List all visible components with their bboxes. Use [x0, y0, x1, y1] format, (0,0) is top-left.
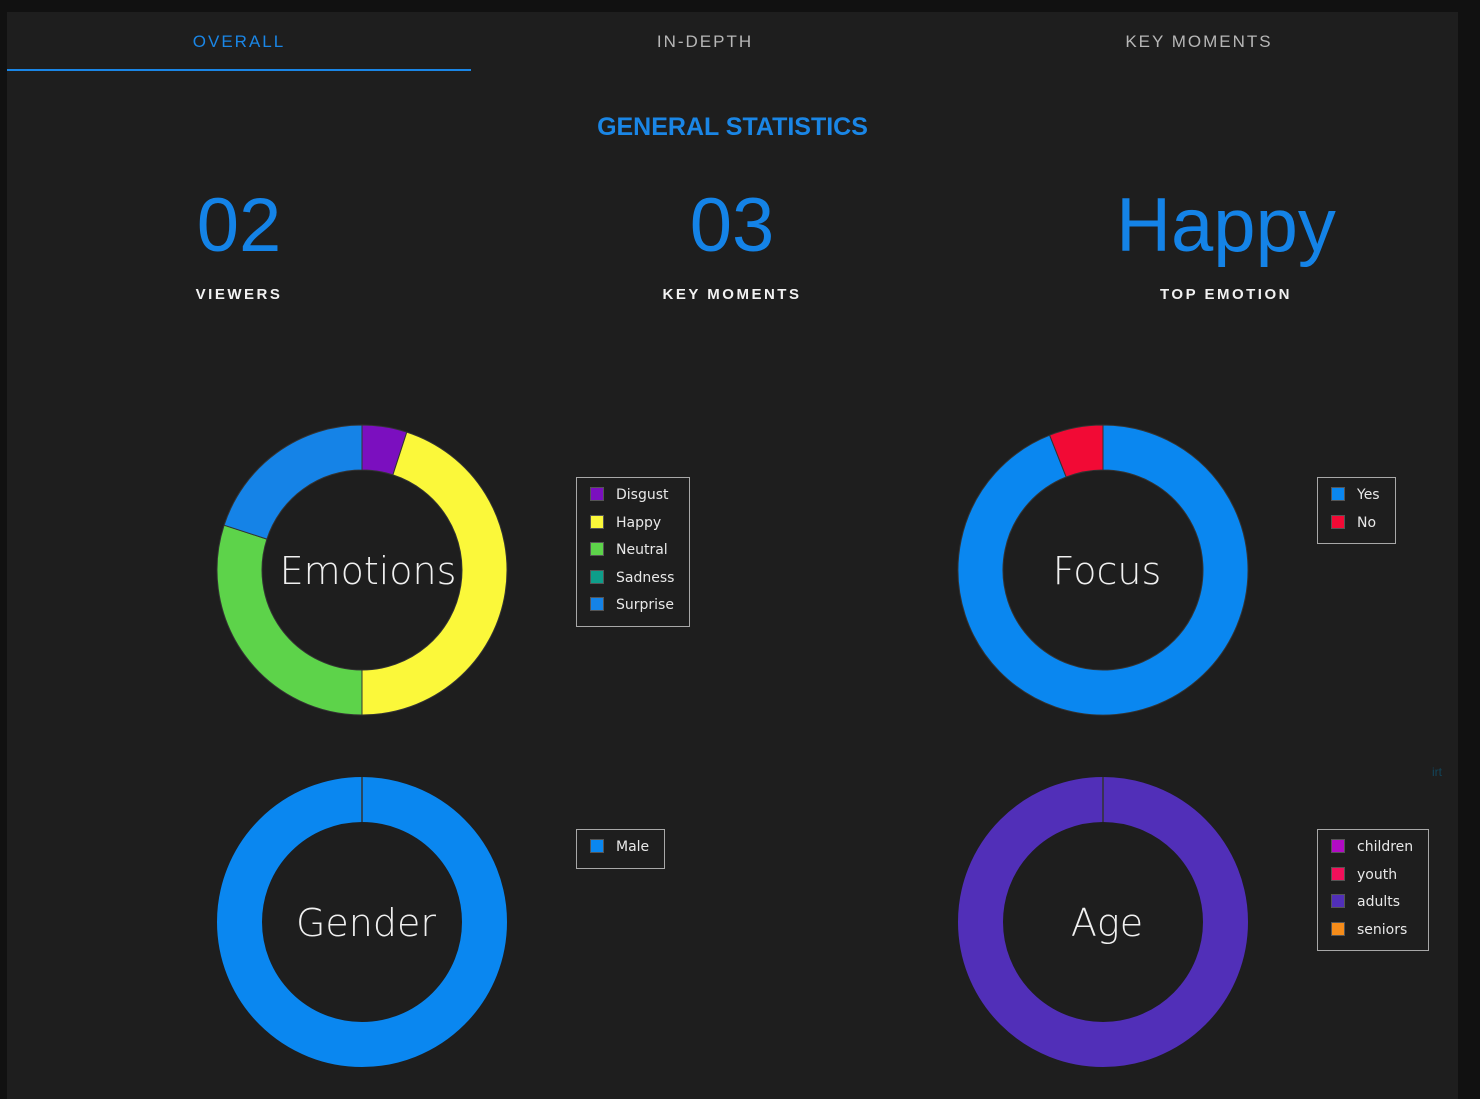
legend-swatch-yes: [1331, 487, 1345, 501]
legend-label-youth: youth: [1357, 866, 1398, 883]
legend-label-happy: Happy: [616, 514, 662, 531]
legend-item-sadness[interactable]: Sadness: [590, 567, 674, 595]
legend-item-surprise[interactable]: Surprise: [590, 594, 674, 622]
gender-legend: Male: [576, 829, 666, 869]
legend-swatch-adults: [1331, 894, 1345, 908]
donut-charts: Emotions Focus Gender Age: [216, 424, 1249, 1067]
legend-item-adults[interactable]: adults: [1331, 891, 1413, 919]
legend-item-male[interactable]: Male: [590, 836, 649, 864]
focus-legend: Yes No: [1317, 477, 1396, 544]
legend-item-neutral[interactable]: Neutral: [590, 539, 674, 567]
legend-item-youth[interactable]: youth: [1331, 864, 1413, 892]
age-legend: children youth adults seniors: [1317, 829, 1430, 951]
stray-text: irt: [1432, 765, 1442, 779]
legend-item-children[interactable]: children: [1331, 836, 1413, 864]
emotions-chart-title: Emotions: [280, 549, 457, 593]
emotions-legend: Disgust Happy Neutral Sadness Surprise: [576, 477, 691, 627]
legend-item-yes[interactable]: Yes: [1331, 484, 1380, 512]
legend-swatch-youth: [1331, 866, 1345, 881]
legend-item-happy[interactable]: Happy: [590, 512, 674, 540]
legend-swatch-male: [590, 839, 604, 853]
legend-label-adults: adults: [1357, 894, 1401, 910]
legend-swatch-sadness: [590, 569, 604, 584]
legend-item-seniors[interactable]: seniors: [1331, 919, 1413, 947]
legend-label-neutral: Neutral: [616, 542, 668, 558]
legend-swatch-children: [1331, 839, 1345, 853]
legend-label-children: children: [1357, 839, 1414, 855]
legend-label-seniors: seniors: [1357, 921, 1408, 938]
legend-label-no: No: [1357, 514, 1377, 531]
legend-swatch-seniors: [1331, 921, 1345, 936]
legend-item-disgust[interactable]: Disgust: [590, 484, 674, 512]
legend-item-no[interactable]: No: [1331, 512, 1380, 540]
legend-swatch-surprise: [590, 597, 604, 611]
emotions-slice-surprise: [223, 424, 363, 540]
legend-label-male: Male: [616, 839, 650, 855]
focus-chart-title: Focus: [1053, 549, 1162, 593]
legend-swatch-no: [1331, 514, 1345, 529]
legend-label-disgust: Disgust: [616, 487, 669, 503]
legend-label-yes: Yes: [1357, 487, 1380, 503]
legend-label-sadness: Sadness: [616, 569, 675, 586]
legend-swatch-happy: [590, 514, 604, 529]
age-chart-title: Age: [1071, 901, 1143, 945]
gender-chart-title: Gender: [296, 901, 436, 945]
legend-swatch-disgust: [590, 487, 604, 501]
legend-label-surprise: Surprise: [616, 597, 674, 613]
legend-swatch-neutral: [590, 542, 604, 556]
